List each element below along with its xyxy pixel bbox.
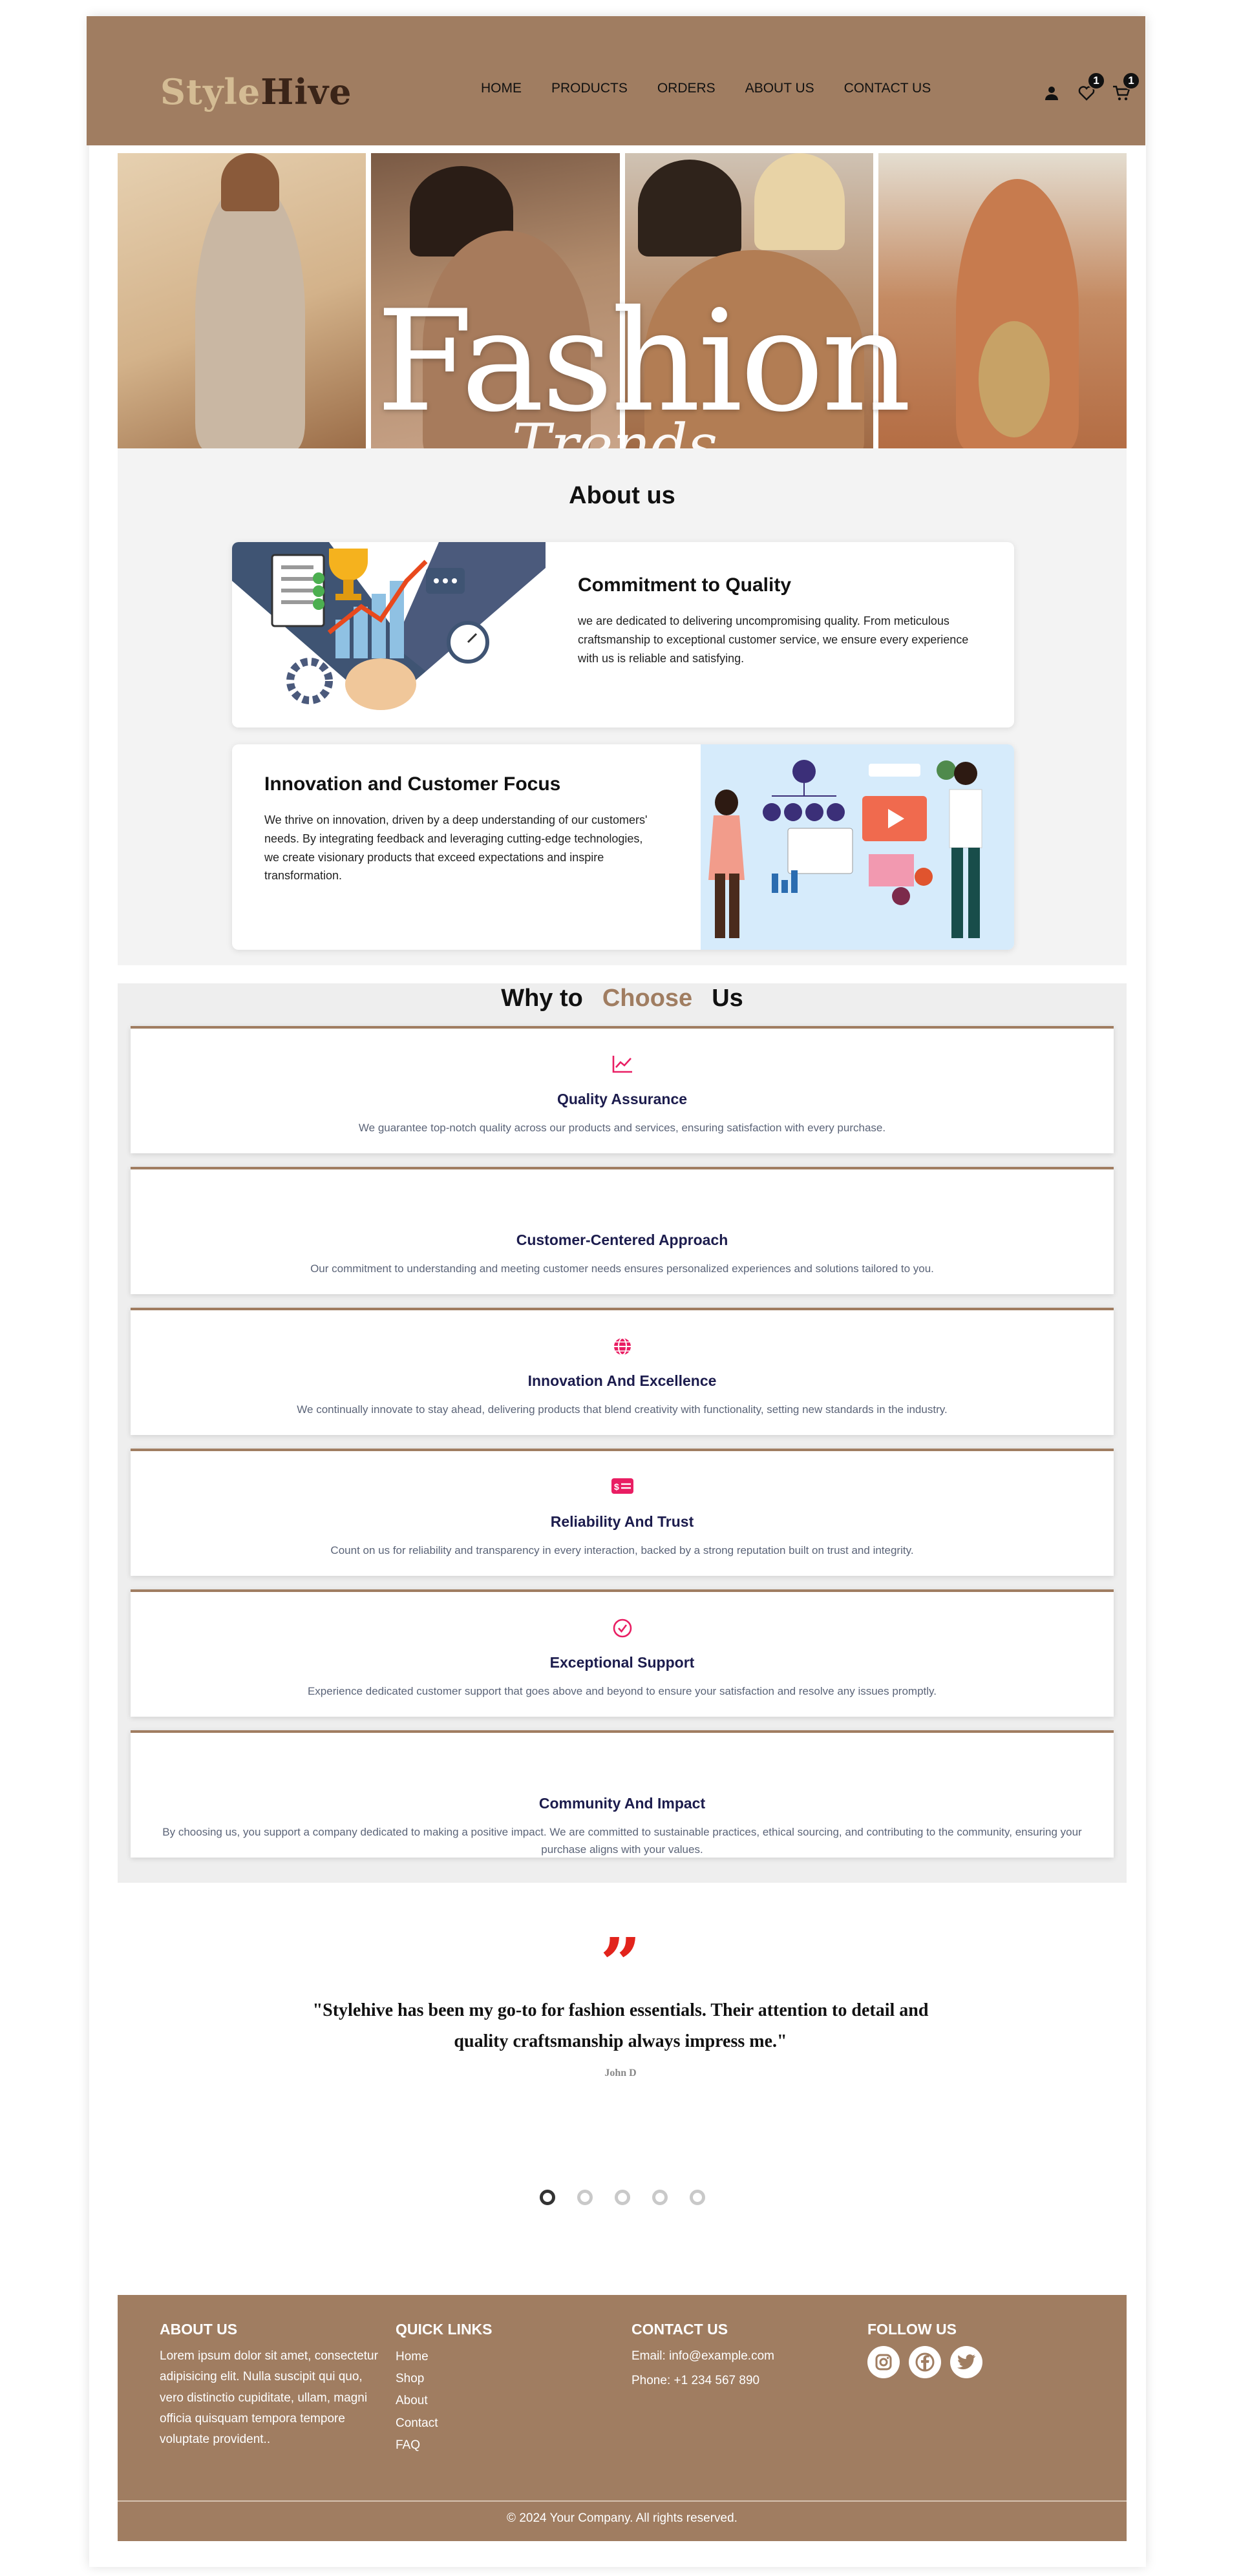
quality-illustration bbox=[232, 542, 546, 728]
instagram-icon[interactable] bbox=[867, 2346, 900, 2378]
feature-text: We guarantee top-notch quality across ou… bbox=[358, 1122, 886, 1134]
footer-heading: FOLLOW US bbox=[867, 2321, 957, 2338]
feature-card: Quality Assurance We guarantee top-notch… bbox=[131, 1026, 1114, 1153]
carousel-dot[interactable] bbox=[652, 2190, 668, 2205]
brand-logo-part1: Style bbox=[160, 71, 261, 112]
why-choose-us-section: Why to Choose Us Quality Assurance We guar… bbox=[118, 983, 1127, 1883]
feature-card: $ Reliability And Trust Count on us for … bbox=[131, 1449, 1114, 1576]
main-nav: HOME PRODUCTS ORDERS ABOUT US CONTACT US bbox=[481, 81, 931, 96]
about-card-innovation: Innovation and Customer Focus We thrive … bbox=[232, 744, 1014, 950]
header-actions: 1 1 bbox=[1042, 72, 1140, 103]
nav-about-us[interactable]: ABOUT US bbox=[745, 81, 814, 96]
site-footer: ABOUT US Lorem ipsum dolor sit amet, con… bbox=[118, 2295, 1127, 2541]
brand-logo[interactable]: StyleHive bbox=[160, 71, 352, 112]
footer-about: ABOUT US Lorem ipsum dolor sit amet, con… bbox=[160, 2321, 379, 2450]
feature-title: Customer-Centered Approach bbox=[516, 1231, 728, 1248]
feature-card: Community And Impact By choosing us, you… bbox=[131, 1730, 1114, 1858]
chart-line-icon bbox=[131, 1054, 1114, 1078]
footer-about-text: Lorem ipsum dolor sit amet, consectetur … bbox=[160, 2349, 378, 2447]
user-icon[interactable] bbox=[1042, 83, 1061, 103]
feature-title: Innovation And Excellence bbox=[527, 1372, 717, 1389]
check-circle-icon bbox=[131, 1618, 1114, 1641]
about-card-title: Commitment to Quality bbox=[578, 574, 792, 596]
about-card-body: we are dedicated to delivering uncomprom… bbox=[578, 614, 969, 665]
carousel-dot[interactable] bbox=[615, 2190, 630, 2205]
feature-card: Exceptional Support Experience dedicated… bbox=[131, 1589, 1114, 1717]
hero-model-photo bbox=[878, 153, 1127, 448]
footer-heading: QUICK LINKS bbox=[396, 2321, 493, 2338]
why-title-part: Why to bbox=[501, 985, 583, 1012]
nav-home[interactable]: HOME bbox=[481, 81, 522, 96]
feature-title: Community And Impact bbox=[538, 1795, 706, 1812]
footer-heading: CONTACT US bbox=[631, 2321, 728, 2338]
nav-products[interactable]: PRODUCTS bbox=[551, 81, 628, 96]
why-title: Why to Choose Us bbox=[118, 985, 1127, 1012]
feature-text: Our commitment to understanding and meet… bbox=[310, 1262, 934, 1275]
footer-phone[interactable]: Phone: +1 234 567 890 bbox=[631, 2371, 851, 2391]
innovation-illustration bbox=[701, 744, 1014, 950]
feature-text: By choosing us, you support a company de… bbox=[162, 1826, 1082, 1856]
footer-link-about[interactable]: About bbox=[396, 2390, 615, 2412]
footer-copyright: © 2024 Your Company. All rights reserved… bbox=[507, 2511, 737, 2525]
about-card-innovation-text: Innovation and Customer Focus We thrive … bbox=[264, 773, 652, 885]
hero-model-photo bbox=[118, 153, 366, 448]
hero-banner: Fashion Trends bbox=[118, 153, 1127, 448]
hero-script-text: Trends bbox=[512, 412, 718, 448]
feature-text: Experience dedicated customer support th… bbox=[307, 1685, 937, 1697]
feature-title: Quality Assurance bbox=[557, 1091, 688, 1107]
facebook-icon[interactable] bbox=[909, 2346, 941, 2378]
globe-icon bbox=[131, 1336, 1114, 1359]
cart-count-badge: 1 bbox=[1122, 72, 1140, 90]
wishlist-heart-icon[interactable]: 1 bbox=[1077, 72, 1105, 103]
footer-link-contact[interactable]: Contact bbox=[396, 2413, 615, 2435]
hero-headline: Fashion bbox=[376, 280, 911, 443]
feature-card: Customer-Centered Approach Our commitmen… bbox=[131, 1167, 1114, 1294]
footer-link-faq[interactable]: FAQ bbox=[396, 2435, 615, 2456]
svg-text:$: $ bbox=[614, 1482, 619, 1492]
footer-heading: ABOUT US bbox=[160, 2321, 238, 2338]
feature-card: Innovation And Excellence We continually… bbox=[131, 1308, 1114, 1435]
twitter-icon[interactable] bbox=[950, 2346, 982, 2378]
about-card-body: We thrive on innovation, driven by a dee… bbox=[264, 813, 648, 883]
carousel-dot[interactable] bbox=[540, 2190, 555, 2205]
wishlist-count-badge: 1 bbox=[1087, 72, 1105, 90]
feature-title: Exceptional Support bbox=[549, 1654, 695, 1671]
about-title: About us bbox=[569, 482, 675, 509]
footer-follow: FOLLOW US bbox=[867, 2321, 1087, 2378]
nav-orders[interactable]: ORDERS bbox=[657, 81, 716, 96]
about-section: About us Commitment to Quality we are de… bbox=[118, 448, 1127, 965]
about-card-quality-text: Commitment to Quality we are dedicated t… bbox=[578, 574, 992, 667]
site-header: StyleHive HOME PRODUCTS ORDERS ABOUT US … bbox=[87, 16, 1145, 145]
feature-title: Reliability And Trust bbox=[550, 1513, 694, 1530]
brand-logo-part2: Hive bbox=[260, 71, 352, 112]
dollar-card-icon: $ bbox=[131, 1477, 1114, 1500]
testimonial-quote: "Stylehive has been my go-to for fashion… bbox=[312, 2000, 929, 2051]
testimonial-author: John D bbox=[604, 2068, 637, 2079]
quote-mark-icon: ” bbox=[600, 1922, 641, 2005]
footer-link-shop[interactable]: Shop bbox=[396, 2368, 615, 2390]
feature-text: Count on us for reliability and transpar… bbox=[330, 1544, 914, 1556]
footer-divider bbox=[118, 2500, 1127, 2502]
why-title-part: Us bbox=[712, 985, 743, 1012]
about-card-title: Innovation and Customer Focus bbox=[264, 773, 561, 795]
footer-link-home[interactable]: Home bbox=[396, 2346, 615, 2368]
carousel-dot[interactable] bbox=[690, 2190, 705, 2205]
carousel-dot[interactable] bbox=[577, 2190, 593, 2205]
about-card-quality: Commitment to Quality we are dedicated t… bbox=[232, 542, 1014, 728]
footer-quick-links: QUICK LINKS Home Shop About Contact FAQ bbox=[396, 2321, 615, 2456]
footer-email[interactable]: Email: info@example.com bbox=[631, 2346, 851, 2367]
footer-contact: CONTACT US Email: info@example.com Phone… bbox=[631, 2321, 851, 2392]
carousel-dots bbox=[540, 2190, 705, 2205]
nav-contact-us[interactable]: CONTACT US bbox=[844, 81, 931, 96]
feature-text: We continually innovate to stay ahead, d… bbox=[297, 1403, 948, 1416]
cart-icon[interactable]: 1 bbox=[1112, 72, 1140, 103]
why-title-accent: Choose bbox=[602, 985, 693, 1012]
